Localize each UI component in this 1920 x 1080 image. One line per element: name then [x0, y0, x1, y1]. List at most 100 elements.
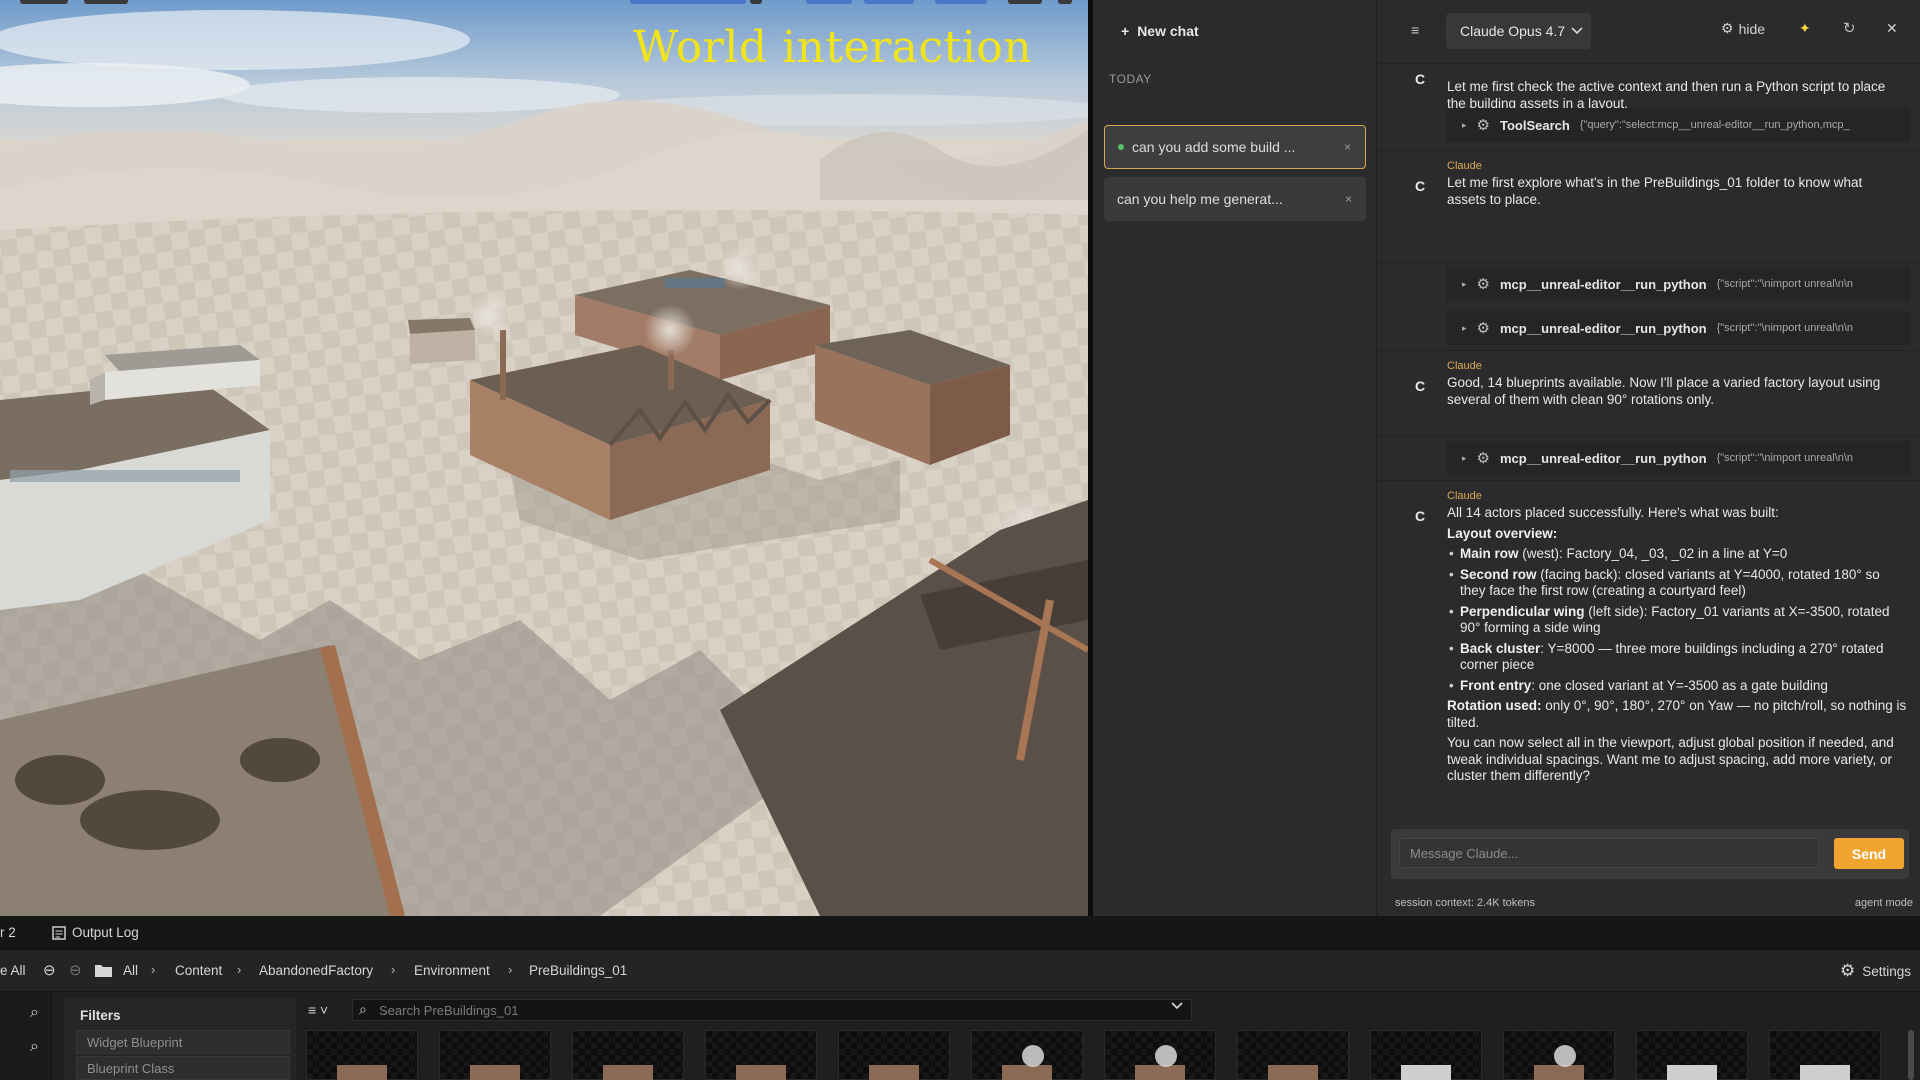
send-button[interactable]: Send: [1834, 838, 1904, 869]
asset-thumbnail[interactable]: [439, 1030, 551, 1080]
search-icon[interactable]: ⌕: [30, 1004, 39, 1022]
message-body: All 14 actors placed successfully. Here'…: [1447, 505, 1907, 789]
asset-thumbnail[interactable]: [1104, 1030, 1216, 1080]
chevron-right-icon: ▸: [1462, 119, 1467, 130]
chevron-right-icon: ▸: [1462, 278, 1467, 289]
model-select-value: Claude Opus 4.7: [1460, 23, 1566, 39]
search-icon[interactable]: ⌕: [30, 1038, 39, 1056]
tool-call-row[interactable]: ▸ ⚙ mcp__unreal-editor__run_python {"scr…: [1446, 267, 1910, 301]
chat-title: can you add some build ...: [1132, 139, 1296, 155]
chat-header: ≡ Claude Opus 4.7 ⚙ hide ✦ ↻ ✕: [1377, 0, 1920, 64]
smoke-preview: [1155, 1045, 1177, 1067]
viewport-scene: [0, 0, 1088, 916]
tool-args: {"script":"\nimport unreal\n\n: [1716, 322, 1854, 334]
message-author: Claude: [1447, 360, 1482, 372]
building-preview: [736, 1065, 786, 1080]
asset-search-input[interactable]: [379, 1002, 1139, 1019]
chevron-right-icon: ▸: [1462, 452, 1467, 463]
chat-history-item[interactable]: can you help me generat... ×: [1104, 177, 1366, 221]
message-intro: All 14 actors placed successfully. Here'…: [1447, 505, 1779, 520]
content-browser: r 2 Output Log e All ⊖ ⊖ All › Content ›…: [0, 916, 1920, 1080]
hide-button[interactable]: ⚙ hide: [1721, 20, 1765, 37]
avatar: C: [1415, 178, 1426, 194]
settings-button[interactable]: ⚙ Settings: [1840, 961, 1911, 981]
new-chat-button[interactable]: + New chat: [1121, 18, 1199, 44]
tab-output-log[interactable]: Output Log: [52, 925, 139, 940]
breadcrumb-prebuildings[interactable]: PreBuildings_01: [529, 963, 627, 978]
smoke-preview: [1022, 1045, 1044, 1067]
message-list[interactable]: C Let me first check the active context …: [1377, 64, 1920, 819]
asset-thumbnail[interactable]: [572, 1030, 684, 1080]
chat-title: can you help me generat...: [1117, 191, 1283, 207]
building-preview: [603, 1065, 653, 1080]
filter-item[interactable]: Widget Blueprint: [76, 1030, 290, 1054]
session-context-status: session context: 2.4K tokens: [1395, 897, 1536, 909]
smoke-preview: [1554, 1045, 1576, 1067]
asset-thumbnail[interactable]: [306, 1030, 418, 1080]
asset-thumbnail[interactable]: [838, 1030, 950, 1080]
save-all-button[interactable]: e All: [0, 963, 26, 978]
gear-icon: ⚙: [1476, 450, 1490, 467]
asset-search-box: ⌕: [352, 999, 1192, 1021]
bottom-tab-bar: r 2 Output Log: [0, 916, 1920, 950]
message-input[interactable]: [1399, 838, 1819, 868]
tool-name: mcp__unreal-editor__run_python: [1499, 450, 1707, 466]
filters-panel: Filters Widget Blueprint Blueprint Class: [64, 998, 296, 1080]
editor-window: World interaction + New chat TODAY can y…: [0, 0, 1920, 1080]
refresh-icon[interactable]: ↻: [1843, 19, 1856, 37]
close-chat-icon[interactable]: ×: [1344, 140, 1351, 154]
tool-call-row[interactable]: ▸ ⚙ mcp__unreal-editor__run_python {"scr…: [1446, 311, 1910, 345]
output-log-icon: [52, 925, 66, 940]
list-item: Perpendicular wing (left side): Factory_…: [1447, 604, 1907, 637]
building-preview: [1268, 1065, 1318, 1080]
forward-icon[interactable]: ⊖: [69, 961, 82, 979]
asset-thumbnail[interactable]: [705, 1030, 817, 1080]
breadcrumb-content[interactable]: Content: [175, 963, 222, 978]
chat-history-item[interactable]: can you add some build ... ×: [1104, 125, 1366, 169]
building-preview: [470, 1065, 520, 1080]
asset-thumbnail[interactable]: [1503, 1030, 1615, 1080]
message-divider: [1377, 150, 1920, 151]
tool-call-row[interactable]: ▸ ⚙ ToolSearch {"query":"select:mcp__unr…: [1446, 108, 1910, 142]
tab-layer-2[interactable]: r 2: [0, 925, 16, 940]
building-preview: [869, 1065, 919, 1080]
message-divider: [1377, 262, 1920, 263]
close-icon[interactable]: ✕: [1886, 20, 1898, 37]
breadcrumb-abandonedfactory[interactable]: AbandonedFactory: [259, 963, 373, 978]
asset-thumbnail[interactable]: [1769, 1030, 1881, 1080]
gear-icon: ⚙: [1840, 961, 1856, 980]
source-rail: ⌕ ⌕: [0, 992, 52, 1080]
folder-icon[interactable]: [95, 964, 112, 977]
building-small-shed[interactable]: [408, 318, 475, 364]
breadcrumb-environment[interactable]: Environment: [414, 963, 490, 978]
chat-panel: ≡ Claude Opus 4.7 ⚙ hide ✦ ↻ ✕ C Let me …: [1376, 0, 1920, 916]
close-chat-icon[interactable]: ×: [1345, 192, 1352, 206]
tool-call-row[interactable]: ▸ ⚙ mcp__unreal-editor__run_python {"scr…: [1446, 441, 1910, 475]
asset-thumbnail[interactable]: [1237, 1030, 1349, 1080]
menu-icon[interactable]: ≡: [1411, 22, 1419, 38]
chevron-right-icon: ▸: [1462, 322, 1467, 333]
viewport-toolbar-strip: [0, 0, 1088, 4]
asset-thumbnail[interactable]: [1636, 1030, 1748, 1080]
composer: Send: [1391, 829, 1909, 879]
back-icon[interactable]: ⊖: [43, 961, 56, 979]
search-icon: ⌕: [359, 1001, 367, 1017]
new-chat-label: New chat: [1137, 23, 1199, 39]
tab-label: r 2: [0, 925, 16, 940]
list-item: Main row (west): Factory_04, _03, _02 in…: [1447, 546, 1907, 563]
asset-thumbnail[interactable]: [1370, 1030, 1482, 1080]
model-select[interactable]: Claude Opus 4.7: [1446, 13, 1591, 49]
asset-thumbnail[interactable]: [971, 1030, 1083, 1080]
chevron-down-icon[interactable]: [1171, 1002, 1183, 1010]
filter-dropdown-button[interactable]: ≡ ˅: [308, 1002, 328, 1018]
filter-item[interactable]: Blueprint Class: [76, 1056, 290, 1080]
active-dot-icon: [1118, 144, 1124, 150]
asset-toolbar: ≡ ˅ ⌕: [300, 998, 1920, 1026]
gear-icon: ⚙: [1476, 276, 1490, 293]
breadcrumb-all[interactable]: All: [123, 963, 138, 978]
sparkle-icon[interactable]: ✦: [1799, 20, 1811, 37]
tool-name: mcp__unreal-editor__run_python: [1499, 276, 1707, 292]
level-viewport[interactable]: World interaction: [0, 0, 1088, 916]
chat-history-sidebar: + New chat TODAY can you add some build …: [1093, 0, 1376, 916]
asset-grid-scrollbar[interactable]: [1908, 1030, 1914, 1080]
